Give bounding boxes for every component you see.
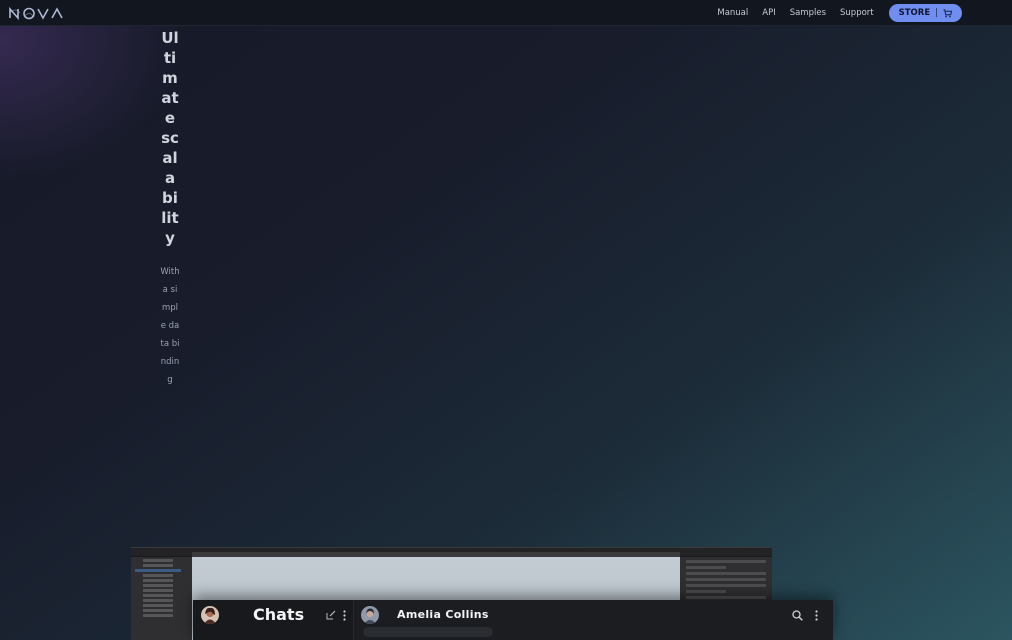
contact-name: Amelia Collins (397, 608, 489, 621)
user-avatar[interactable] (201, 606, 219, 624)
nova-logo[interactable] (8, 5, 66, 21)
cart-icon (943, 8, 952, 17)
editor-hierarchy-panel (131, 557, 192, 640)
chat-app-preview: Chats Amelia Collins (193, 600, 833, 640)
store-label: STORE (898, 8, 931, 18)
hero-title: Ultimate scalability (161, 29, 179, 247)
nav-link-support[interactable]: Support (840, 8, 874, 18)
edit-icon[interactable] (326, 610, 336, 620)
more-vertical-icon[interactable] (343, 610, 346, 621)
main-nav: Manual API Samples Support STORE | (717, 4, 962, 22)
search-icon[interactable] (792, 610, 803, 621)
more-vertical-icon[interactable] (815, 610, 818, 621)
top-navigation-bar: Manual API Samples Support STORE | (0, 0, 1012, 26)
store-separator: | (935, 8, 938, 18)
hero-subtitle: With a simple data binding (160, 267, 180, 385)
chat-sidebar: Chats (193, 600, 354, 640)
nav-link-manual[interactable]: Manual (717, 8, 748, 18)
message-bubble (363, 627, 493, 637)
hero-section: Ultimate scalability With a simple data … (160, 28, 180, 443)
nav-link-samples[interactable]: Samples (790, 8, 826, 18)
chats-title: Chats (253, 605, 305, 624)
contact-avatar[interactable] (361, 606, 379, 624)
store-button[interactable]: STORE | (888, 4, 962, 22)
nav-link-api[interactable]: API (762, 8, 775, 18)
